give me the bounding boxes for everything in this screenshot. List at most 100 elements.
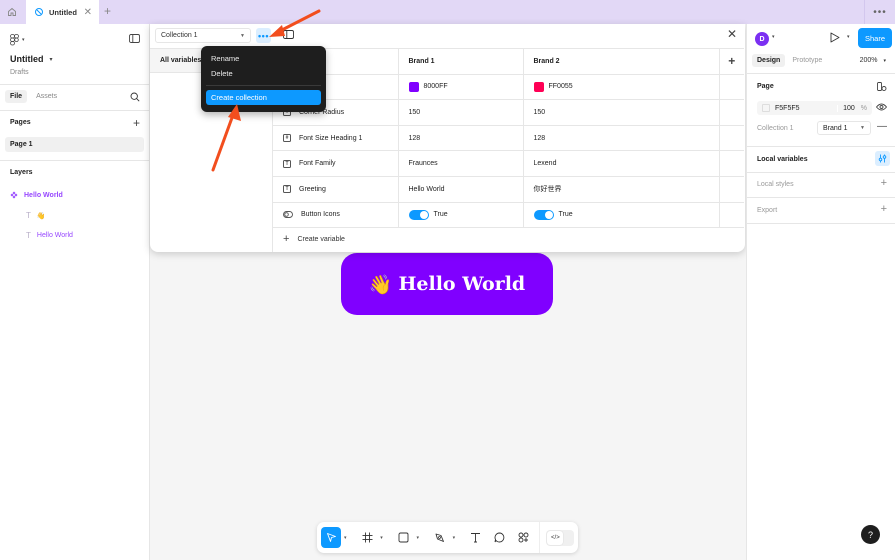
design-prototype-tabs: Design Prototype xyxy=(752,54,827,67)
layer-item[interactable]: T 👋 xyxy=(26,211,46,220)
zoom-level-value: 200% xyxy=(859,57,878,64)
move-tool[interactable] xyxy=(321,527,341,548)
open-variables-button[interactable] xyxy=(875,151,890,166)
file-name[interactable]: Untitled ▾ xyxy=(10,54,53,64)
file-tab-title: Untitled xyxy=(49,7,77,17)
layer-item[interactable]: T Hello World xyxy=(26,231,73,240)
column-header-brand-2[interactable]: Brand 2 xyxy=(523,48,720,75)
pen-tool[interactable] xyxy=(430,527,450,548)
share-button[interactable]: Share xyxy=(858,28,892,48)
add-style-button[interactable]: + xyxy=(881,177,887,189)
divider xyxy=(0,84,150,85)
page-bg-opacity[interactable]: 100 xyxy=(843,105,855,112)
actions-tool[interactable] xyxy=(513,527,533,548)
frame-tool[interactable] xyxy=(357,527,377,548)
search-layers-button[interactable] xyxy=(130,92,140,104)
remove-mode-button[interactable]: — xyxy=(877,121,887,132)
create-variable-button[interactable]: + Create variable xyxy=(283,233,345,245)
toggle-collections-sidebar-button[interactable] xyxy=(283,30,294,41)
modal-header: Collection 1 ▼ ••• ✕ xyxy=(150,24,745,48)
menu-item-delete[interactable]: Delete xyxy=(206,66,321,81)
chevron-down-icon[interactable]: ▾ xyxy=(377,535,386,541)
text-tool[interactable] xyxy=(466,527,486,548)
layer-label: 👋 xyxy=(36,212,46,220)
minus-icon: — xyxy=(877,121,887,132)
variable-value[interactable]: 150 xyxy=(523,99,720,126)
page-background-field[interactable]: F5F5F5 100% xyxy=(757,101,872,115)
more-menu-button[interactable]: ••• xyxy=(864,0,895,24)
chevron-down-icon[interactable]: ▾ xyxy=(772,34,775,40)
layer-label: Hello World xyxy=(36,232,73,239)
new-tab-button[interactable]: + xyxy=(104,4,111,18)
add-mode-button[interactable]: + xyxy=(719,48,744,75)
page-item[interactable]: Page 1 xyxy=(5,137,144,152)
variable-value[interactable]: 128 xyxy=(398,124,524,152)
boolean-toggle[interactable] xyxy=(533,209,554,220)
variable-value[interactable]: Hello World xyxy=(398,175,524,203)
visibility-toggle[interactable] xyxy=(875,103,888,113)
table-row[interactable]: # Font Size Heading 1 128 128 xyxy=(273,124,744,152)
library-button[interactable] xyxy=(877,82,887,94)
boolean-toggle[interactable] xyxy=(408,209,429,220)
cursor-icon xyxy=(326,533,336,542)
divider xyxy=(747,146,895,147)
variable-value[interactable]: 8000FF xyxy=(424,83,448,90)
color-swatch[interactable] xyxy=(762,104,770,112)
close-tab-icon[interactable]: ✕ xyxy=(84,7,92,18)
table-row[interactable]: Brand 8000FF FF0055 xyxy=(273,73,744,101)
divider xyxy=(0,160,150,161)
present-button[interactable] xyxy=(830,32,840,45)
tab-file[interactable]: File xyxy=(5,90,28,103)
layer-item[interactable]: Hello World xyxy=(10,191,63,199)
collection-options-button[interactable]: ••• xyxy=(256,28,271,43)
variable-value[interactable]: 128 xyxy=(523,124,720,152)
variable-value[interactable]: Lexend xyxy=(523,150,720,177)
variable-value[interactable]: Fraunces xyxy=(398,150,524,177)
tab-design[interactable]: Design xyxy=(752,54,786,67)
home-button[interactable] xyxy=(0,0,24,24)
column-header-brand-1[interactable]: Brand 1 xyxy=(398,48,524,75)
help-button[interactable]: ? xyxy=(861,525,880,544)
add-page-button[interactable]: + xyxy=(133,116,140,130)
close-modal-button[interactable]: ✕ xyxy=(727,27,737,41)
tab-prototype[interactable]: Prototype xyxy=(787,54,827,67)
hello-world-button-component[interactable]: 👋 Hello World xyxy=(341,253,553,315)
variable-value: True xyxy=(433,211,448,219)
toggle-sidebar-button[interactable] xyxy=(129,34,140,45)
plus-icon: + xyxy=(880,177,887,189)
right-panel: D ▾ ▾ Share Design Prototype 200% ▾ Page… xyxy=(746,24,895,560)
file-tab[interactable]: Untitled ✕ xyxy=(26,0,99,24)
table-row[interactable]: Button Icons True True xyxy=(273,201,744,229)
comment-tool[interactable] xyxy=(490,527,510,548)
local-variables-title[interactable]: Local variables xyxy=(757,156,808,163)
main-menu-button[interactable]: ▾ xyxy=(10,34,25,46)
table-row[interactable]: T Font Family Fraunces Lexend xyxy=(273,150,744,177)
variable-value[interactable]: 150 xyxy=(398,99,524,126)
chevron-down-icon: ▼ xyxy=(860,125,865,131)
table-row[interactable]: # Corner Radius 150 150 xyxy=(273,99,744,126)
variable-value[interactable]: FF0055 xyxy=(549,83,573,90)
page-bg-hex[interactable]: F5F5F5 xyxy=(775,105,800,112)
library-icon xyxy=(877,82,887,91)
figma-logo-icon xyxy=(10,34,19,46)
bottom-toolbar: ▾ ▾ ▾ ▾ </> xyxy=(317,522,578,553)
variable-value[interactable]: 你好世界 xyxy=(523,175,720,203)
shape-tool[interactable] xyxy=(393,527,413,548)
menu-item-create-collection[interactable]: Create collection xyxy=(206,90,321,105)
user-avatar[interactable]: D xyxy=(755,32,769,46)
more-icon: ••• xyxy=(258,30,269,41)
chevron-down-icon[interactable]: ▾ xyxy=(341,535,350,541)
color-swatch[interactable] xyxy=(533,81,544,92)
menu-item-rename[interactable]: Rename xyxy=(206,51,321,66)
chevron-down-icon[interactable]: ▾ xyxy=(450,535,459,541)
collection-select[interactable]: Collection 1 ▼ xyxy=(155,28,251,43)
dev-mode-toggle[interactable]: </> xyxy=(546,529,575,546)
zoom-level-dropdown[interactable]: 200% ▾ xyxy=(860,57,886,64)
mode-select[interactable]: Brand 1 ▼ xyxy=(817,121,871,135)
add-export-button[interactable]: + xyxy=(881,203,887,215)
color-swatch[interactable] xyxy=(408,81,419,92)
tab-assets[interactable]: Assets xyxy=(31,90,62,103)
chevron-down-icon[interactable]: ▾ xyxy=(413,535,422,541)
chevron-down-icon[interactable]: ▾ xyxy=(847,34,850,40)
table-row[interactable]: T Greeting Hello World 你好世界 xyxy=(273,175,744,203)
